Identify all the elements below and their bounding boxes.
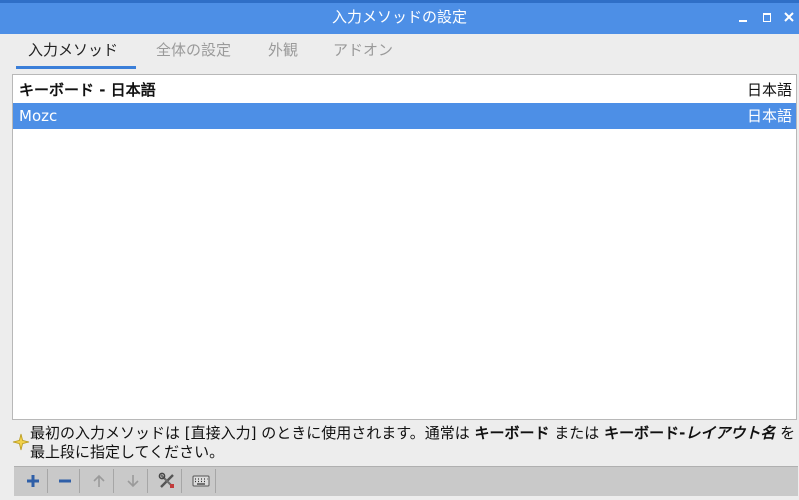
input-method-name: Mozc	[19, 107, 58, 125]
list-item[interactable]: キーボード - 日本語 日本語	[13, 77, 796, 103]
keyboard-layout-button[interactable]	[186, 469, 216, 493]
active-tab-indicator	[16, 66, 136, 69]
sparkle-icon	[12, 433, 30, 451]
tab-global-settings[interactable]: 全体の設定	[144, 40, 243, 64]
configure-button[interactable]	[152, 469, 182, 493]
tools-icon	[158, 472, 174, 488]
input-method-language: 日本語	[746, 107, 792, 125]
input-method-settings-window: 入力メソッドの設定 入力メソッド 全体の設定 外観 アドオン キーボード - 日…	[0, 0, 799, 500]
tab-input-method[interactable]: 入力メソッド	[16, 40, 130, 64]
hint-area: 最初の入力メソッドは [直接入力] のときに使用されます。通常は キーボード ま…	[12, 424, 797, 464]
arrow-down-icon	[126, 475, 139, 488]
tab-addons[interactable]: アドオン	[321, 40, 405, 64]
input-method-list[interactable]: キーボード - 日本語 日本語 Mozc 日本語	[12, 74, 797, 420]
minimize-icon[interactable]	[736, 10, 750, 24]
input-method-language: 日本語	[746, 81, 792, 99]
add-button[interactable]	[18, 469, 48, 493]
tab-bar: 入力メソッド 全体の設定 外観 アドオン	[0, 34, 799, 70]
tab-appearance[interactable]: 外観	[256, 40, 310, 64]
input-method-name: キーボード - 日本語	[19, 81, 156, 99]
list-toolbar	[14, 466, 798, 496]
plus-icon	[26, 475, 39, 487]
keyboard-icon	[192, 475, 209, 487]
title-bar-edge	[0, 0, 799, 3]
close-icon[interactable]	[782, 10, 796, 24]
title-bar[interactable]: 入力メソッドの設定	[0, 0, 799, 34]
hint-text: 最初の入力メソッドは [直接入力] のときに使用されます。通常は キーボード ま…	[30, 424, 796, 461]
maximize-icon[interactable]	[760, 10, 774, 24]
list-item[interactable]: Mozc 日本語	[13, 103, 796, 129]
move-up-button[interactable]	[84, 469, 114, 493]
window-title: 入力メソッドの設定	[331, 8, 467, 26]
arrow-up-icon	[92, 474, 105, 487]
minus-icon	[58, 479, 71, 483]
move-down-button[interactable]	[118, 469, 148, 493]
remove-button[interactable]	[50, 469, 80, 493]
